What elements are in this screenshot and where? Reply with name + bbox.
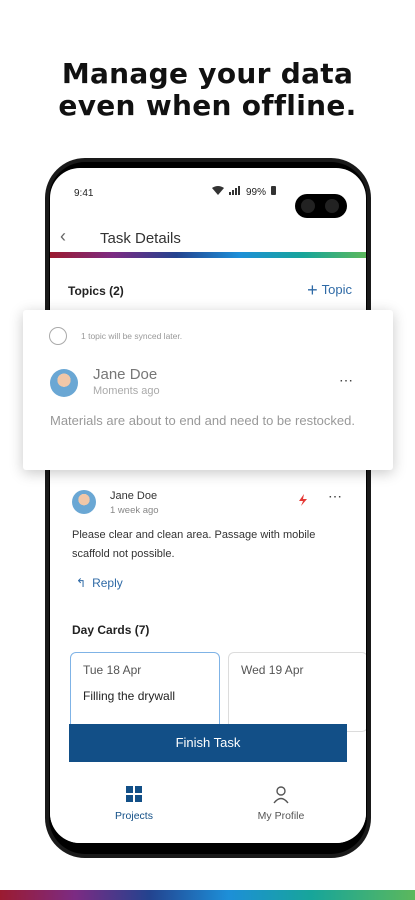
add-topic-button[interactable]: + Topic	[307, 280, 352, 301]
day-card-title: Filling the drywall	[83, 689, 176, 703]
status-time: 9:41	[74, 188, 94, 199]
offline-comment-time: Moments ago	[93, 385, 160, 397]
bottom-navigation: Projects My Profile	[50, 776, 366, 843]
topics-label: Topics (2)	[68, 284, 124, 298]
headline-line-2: even when offline.	[58, 89, 357, 122]
nav-projects[interactable]: Projects	[84, 786, 184, 822]
topics-header: Topics (2) + Topic	[68, 280, 352, 301]
battery-level: 99%	[246, 186, 267, 198]
nav-projects-label: Projects	[115, 810, 153, 822]
add-topic-label: Topic	[321, 282, 352, 297]
status-bar: 9:41 99%	[50, 182, 366, 218]
grid-icon	[126, 786, 142, 802]
sync-icon	[49, 327, 67, 345]
sync-notice: 1 topic will be synced later.	[81, 331, 183, 341]
battery-icon	[271, 186, 277, 198]
person-icon	[273, 786, 289, 807]
page-title: Task Details	[100, 230, 181, 247]
priority-flag-icon	[298, 494, 308, 509]
offline-comment-text: Materials are about to end and need to b…	[50, 413, 355, 428]
offline-topic-card: 1 topic will be synced later. Jane Doe M…	[23, 310, 393, 470]
avatar	[50, 369, 78, 397]
offline-comment-author: Jane Doe	[93, 366, 158, 383]
more-options-icon[interactable]: ⋯	[339, 372, 354, 389]
wifi-icon	[212, 186, 224, 198]
day-cards-label: Day Cards (7)	[72, 623, 150, 637]
signal-icon	[229, 186, 241, 198]
comment-time: 1 week ago	[110, 505, 159, 516]
reply-button[interactable]: ↰ Reply	[76, 576, 123, 590]
finish-task-button[interactable]: Finish Task	[69, 724, 347, 762]
nav-profile-label: My Profile	[257, 810, 305, 822]
reply-label: Reply	[92, 576, 123, 590]
comment-text: Please clear and clean area. Passage wit…	[72, 529, 316, 560]
brand-stripe	[50, 252, 366, 258]
day-card-date: Wed 19 Apr	[241, 663, 304, 677]
brand-stripe-bottom	[0, 890, 415, 900]
day-card-date: Tue 18 Apr	[83, 663, 142, 677]
phone-screen: 9:41 99% ‹ Task Details Topics (2) + Topi…	[50, 168, 366, 843]
plus-icon: +	[307, 280, 318, 300]
day-card[interactable]: Tue 18 Apr Filling the drywall	[70, 652, 220, 732]
back-chevron-icon[interactable]: ‹	[60, 226, 66, 247]
camera-cutout	[295, 194, 347, 218]
headline: Manage your data even when offline.	[0, 58, 415, 122]
reply-arrow-icon: ↰	[76, 576, 87, 590]
avatar	[72, 490, 96, 514]
headline-line-1: Manage your data	[61, 57, 354, 90]
app-bar: ‹ Task Details	[50, 216, 366, 256]
more-options-icon[interactable]: ⋯	[328, 488, 343, 505]
day-card[interactable]: Wed 19 Apr	[228, 652, 366, 732]
comment-author: Jane Doe	[110, 490, 158, 502]
nav-my-profile[interactable]: My Profile	[231, 786, 331, 822]
